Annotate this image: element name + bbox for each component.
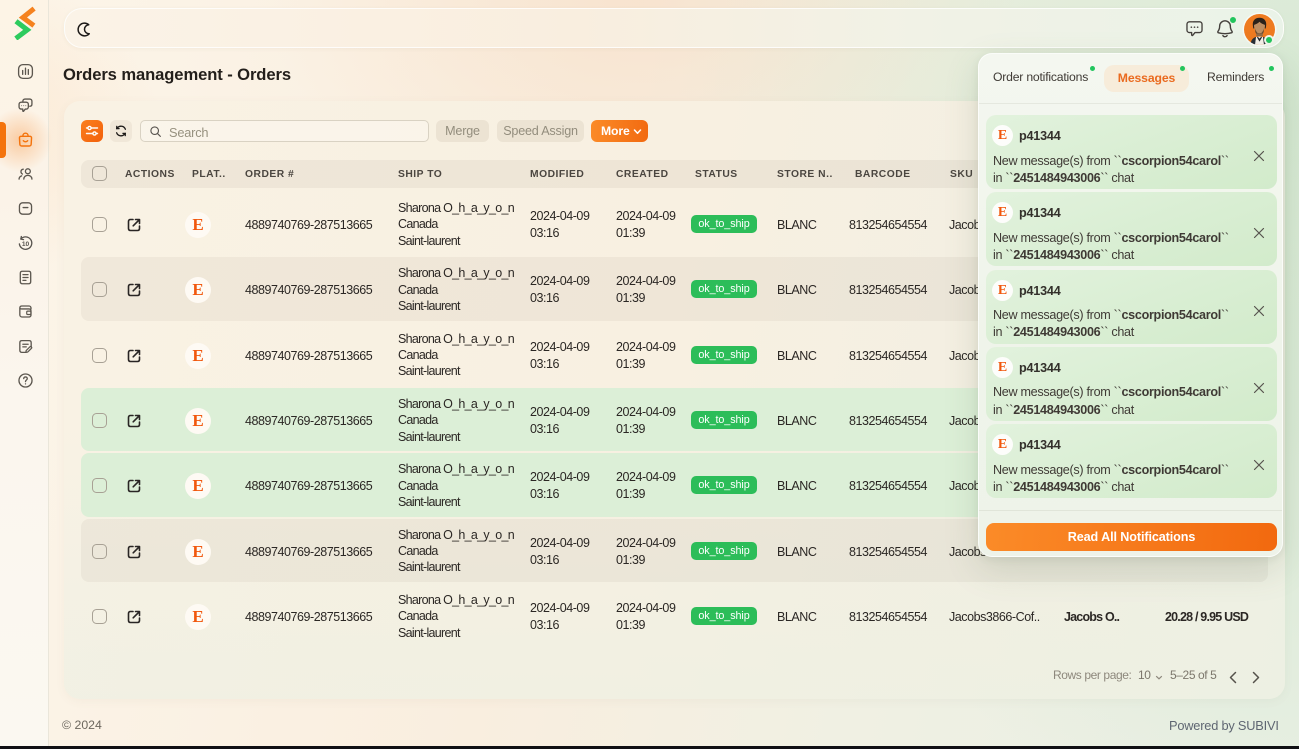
svg-text:10: 10 [22, 240, 30, 247]
